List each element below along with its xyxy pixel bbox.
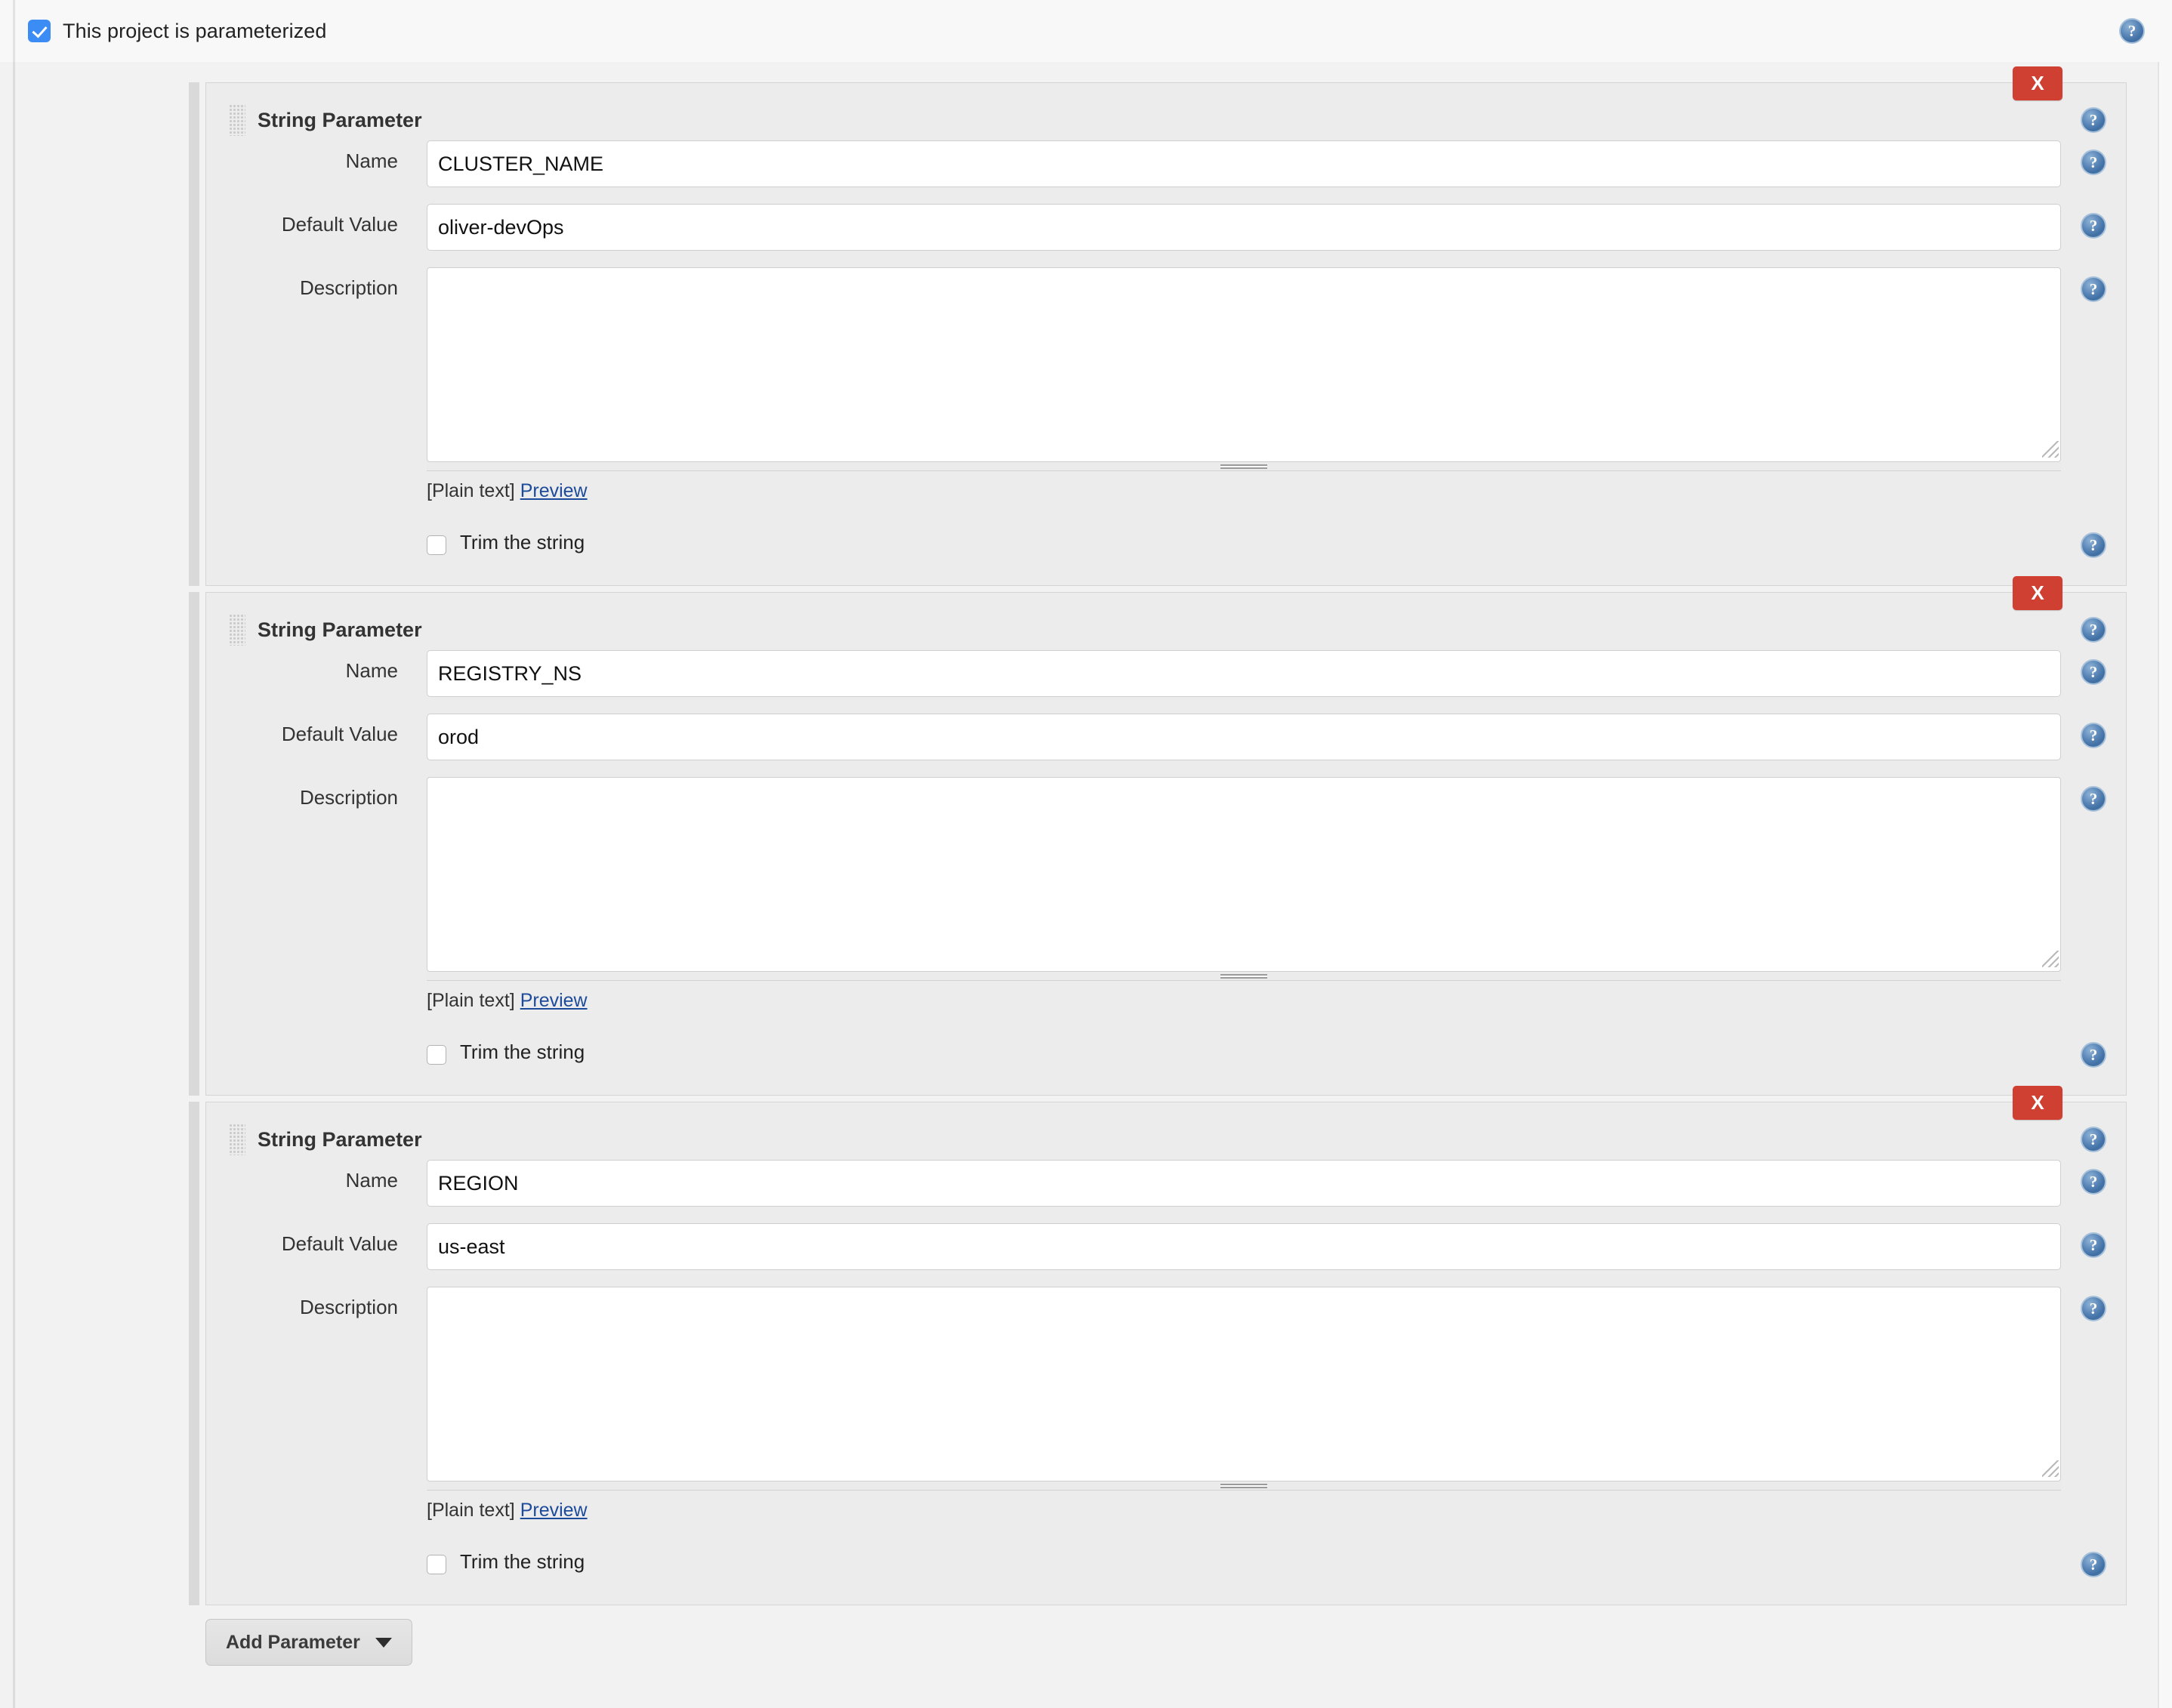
trim-row: Trim the string ? <box>206 1521 2126 1605</box>
trim-the-string-label: Trim the string <box>460 530 585 553</box>
help-icon[interactable]: ? <box>2081 1552 2106 1577</box>
default-value-label: Default Value <box>281 1232 398 1255</box>
right-gutter <box>2159 62 2172 1708</box>
help-icon[interactable]: ? <box>2081 213 2106 239</box>
parameter-block-0: X String Parameter ? Name ? Default Valu… <box>189 66 2127 586</box>
parameter-type-title: String Parameter <box>258 1127 422 1151</box>
trim-the-string-checkbox[interactable] <box>427 1555 446 1574</box>
parameter-default-value-input[interactable] <box>427 714 2061 760</box>
drag-handle-icon[interactable] <box>229 1124 245 1155</box>
help-icon[interactable]: ? <box>2081 276 2106 302</box>
parameter-description-textarea[interactable] <box>427 777 2061 972</box>
parameter-type-title: String Parameter <box>258 108 422 131</box>
help-icon[interactable]: ? <box>2081 1042 2106 1068</box>
description-label: Description <box>299 786 398 809</box>
help-icon[interactable]: ? <box>2081 1296 2106 1321</box>
textarea-resize-grip[interactable] <box>427 462 2061 471</box>
parameter-name-input[interactable] <box>427 140 2061 187</box>
parameterized-checkbox[interactable] <box>28 20 51 42</box>
parameter-block-1: X String Parameter ? Name ? Default Valu… <box>189 576 2127 1096</box>
default-value-row: Default Value ? <box>206 187 2126 251</box>
help-icon[interactable]: ? <box>2081 1232 2106 1258</box>
description-row: Description ? <box>206 1270 2126 1491</box>
parameter-name-input[interactable] <box>427 1160 2061 1207</box>
plain-text-label: [Plain text] <box>427 1500 515 1521</box>
preview-link[interactable]: Preview <box>520 990 588 1011</box>
left-rule <box>13 0 15 62</box>
description-markup-row: [Plain text] Preview <box>206 981 2126 1012</box>
chevron-down-icon <box>375 1637 392 1648</box>
description-row: Description ? <box>206 760 2126 981</box>
trim-the-string-label: Trim the string <box>460 1040 585 1063</box>
help-icon[interactable]: ? <box>2081 150 2106 175</box>
parameterized-label: This project is parameterized <box>63 19 327 42</box>
drag-rail[interactable] <box>189 592 199 1096</box>
delete-parameter-button[interactable]: X <box>2013 576 2062 610</box>
parameter-name-input[interactable] <box>427 650 2061 697</box>
parameter-header: String Parameter ? <box>206 83 2126 140</box>
plain-text-label: [Plain text] <box>427 990 515 1011</box>
description-label: Description <box>299 276 398 299</box>
parameters-list: X String Parameter ? Name ? Default Valu… <box>188 62 2127 1666</box>
parameter-block-2: X String Parameter ? Name ? Default Valu… <box>189 1086 2127 1605</box>
help-icon[interactable]: ? <box>2119 18 2145 44</box>
description-label: Description <box>299 1296 398 1318</box>
description-markup-row: [Plain text] Preview <box>206 471 2126 502</box>
help-icon[interactable]: ? <box>2081 107 2106 133</box>
parameterized-row: This project is parameterized ? <box>0 0 2172 62</box>
add-parameter-button[interactable]: Add Parameter <box>205 1619 412 1666</box>
help-icon[interactable]: ? <box>2081 532 2106 558</box>
default-value-row: Default Value ? <box>206 1207 2126 1270</box>
textarea-resize-grip[interactable] <box>427 1481 2061 1491</box>
help-icon[interactable]: ? <box>2081 659 2106 685</box>
parameter-type-title: String Parameter <box>258 618 422 641</box>
description-row: Description ? <box>206 251 2126 471</box>
parameter-description-textarea[interactable] <box>427 267 2061 462</box>
parameter-header: String Parameter ? <box>206 593 2126 650</box>
delete-parameter-button[interactable]: X <box>2013 66 2062 100</box>
add-parameter-wrap: Add Parameter <box>205 1605 2127 1666</box>
help-icon[interactable]: ? <box>2081 617 2106 643</box>
help-icon[interactable]: ? <box>2081 1127 2106 1152</box>
default-value-label: Default Value <box>281 213 398 236</box>
parameter-description-textarea[interactable] <box>427 1287 2061 1481</box>
parameter-default-value-input[interactable] <box>427 1223 2061 1270</box>
trim-row: Trim the string ? <box>206 502 2126 585</box>
preview-link[interactable]: Preview <box>520 480 588 501</box>
name-row: Name ? <box>206 650 2126 697</box>
description-markup-row: [Plain text] Preview <box>206 1491 2126 1521</box>
drag-handle-icon[interactable] <box>229 104 245 136</box>
parameters-body: X String Parameter ? Name ? Default Valu… <box>0 62 2172 1708</box>
help-icon[interactable]: ? <box>2081 1169 2106 1195</box>
name-label: Name <box>345 150 398 172</box>
textarea-resize-grip[interactable] <box>427 972 2061 981</box>
name-row: Name ? <box>206 1160 2126 1207</box>
parameter-default-value-input[interactable] <box>427 204 2061 251</box>
drag-handle-icon[interactable] <box>229 614 245 646</box>
parameter-header: String Parameter ? <box>206 1102 2126 1160</box>
help-icon[interactable]: ? <box>2081 723 2106 748</box>
preview-link[interactable]: Preview <box>520 1500 588 1521</box>
body-left-rule <box>13 62 15 1708</box>
delete-parameter-button[interactable]: X <box>2013 1086 2062 1120</box>
name-row: Name ? <box>206 140 2126 187</box>
drag-rail[interactable] <box>189 82 199 586</box>
default-value-row: Default Value ? <box>206 697 2126 760</box>
default-value-label: Default Value <box>281 723 398 745</box>
trim-the-string-checkbox[interactable] <box>427 535 446 555</box>
trim-the-string-label: Trim the string <box>460 1549 585 1573</box>
plain-text-label: [Plain text] <box>427 480 515 501</box>
trim-the-string-checkbox[interactable] <box>427 1045 446 1065</box>
drag-rail[interactable] <box>189 1102 199 1605</box>
name-label: Name <box>345 1169 398 1192</box>
name-label: Name <box>345 659 398 682</box>
help-icon[interactable]: ? <box>2081 786 2106 812</box>
trim-row: Trim the string ? <box>206 1012 2126 1095</box>
add-parameter-label: Add Parameter <box>226 1631 360 1653</box>
